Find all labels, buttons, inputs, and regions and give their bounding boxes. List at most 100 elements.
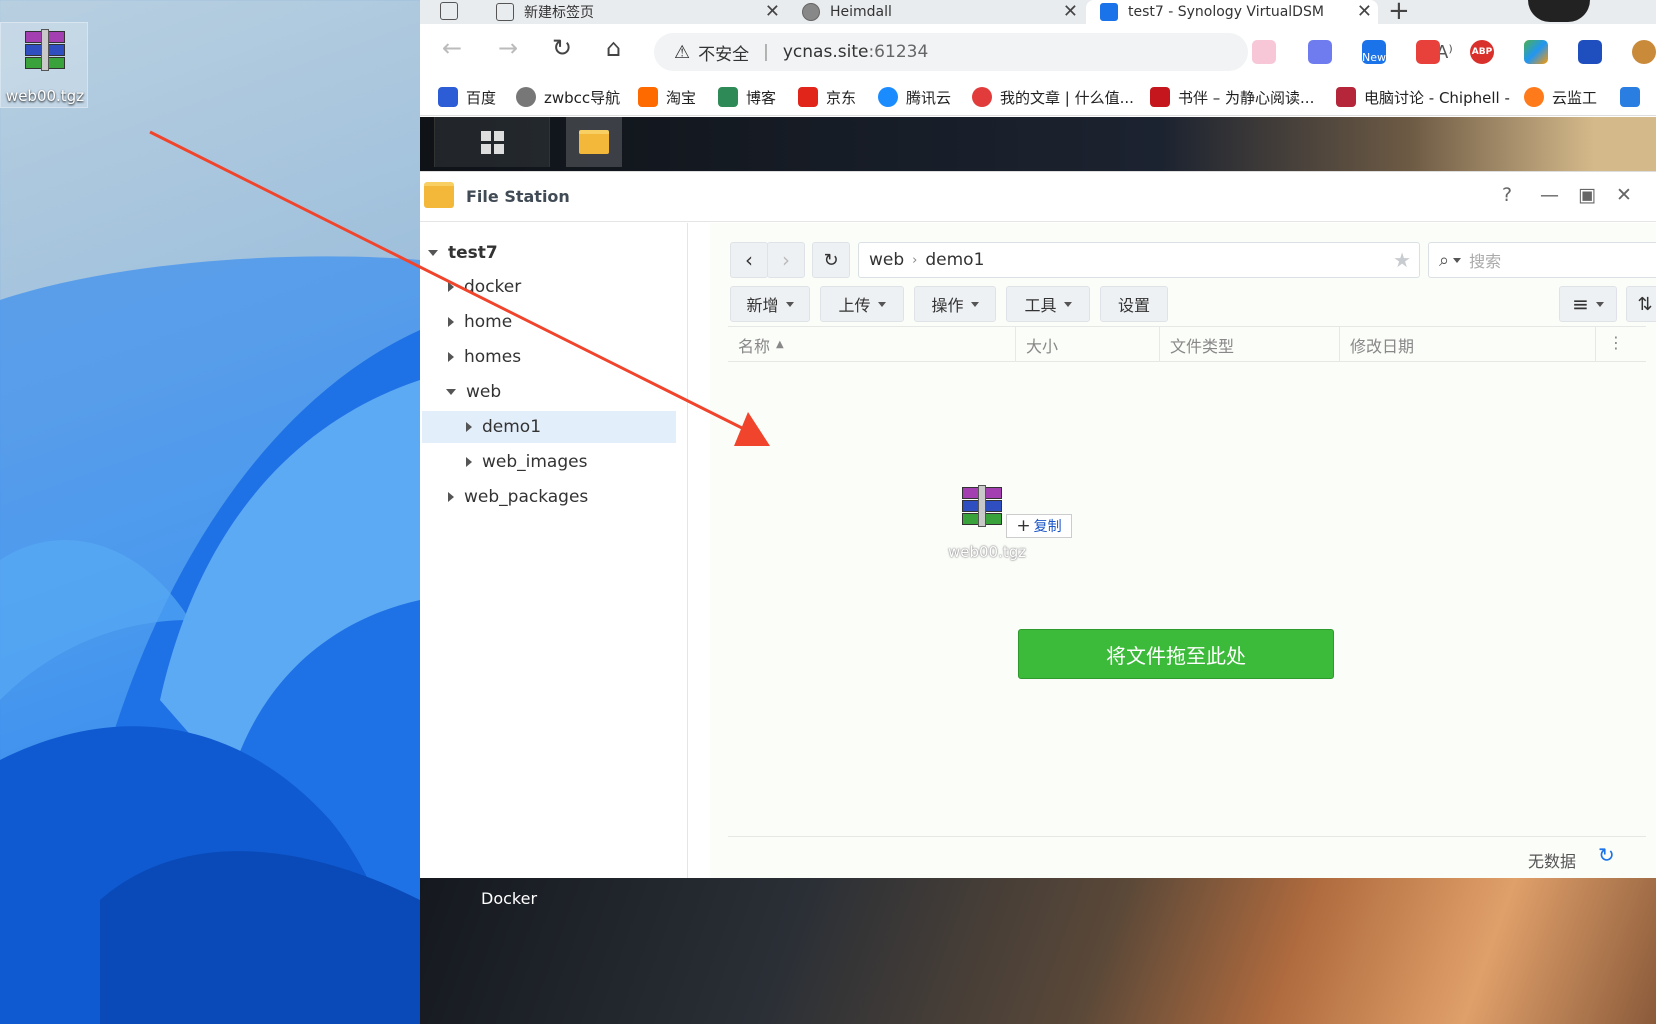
collapse-icon	[448, 317, 454, 327]
refresh-icon[interactable]: ↻	[1598, 843, 1615, 867]
minimize-icon[interactable]: —	[1540, 184, 1559, 206]
tree-item-demo1[interactable]: demo1	[422, 411, 676, 443]
column-name[interactable]: 名称 ▲	[728, 327, 1016, 362]
heimdall-icon	[802, 3, 820, 21]
button-label: 工具	[1024, 296, 1057, 315]
refresh-button[interactable]: ↻	[812, 242, 850, 278]
close-icon[interactable]: ✕	[765, 1, 780, 22]
tree-item-homes[interactable]: homes	[448, 341, 521, 373]
bookmark-blog[interactable]: 博客	[718, 86, 776, 108]
bookmark-taobao[interactable]: 淘宝	[638, 86, 696, 108]
desktop-wallpaper	[0, 0, 420, 1024]
close-window-icon[interactable]: ✕	[1616, 184, 1632, 206]
search-placeholder: 搜索	[1469, 252, 1502, 271]
folder-icon	[579, 130, 609, 154]
tree-root[interactable]: test7	[428, 237, 498, 269]
help-icon[interactable]: ?	[1502, 184, 1512, 206]
forward-button[interactable]: ›	[767, 242, 805, 278]
tree-item-docker[interactable]: docker	[448, 271, 521, 303]
bookmark-star-icon[interactable]: ★	[1393, 248, 1411, 272]
collapse-icon	[466, 457, 472, 467]
extension-new-icon[interactable]: New	[1362, 40, 1386, 64]
file-table-header: 名称 ▲ 大小 文件类型 修改日期 ⋮	[728, 326, 1646, 362]
tree-item-web[interactable]: web	[446, 376, 501, 408]
bookmark-yunjiangong[interactable]: 云监工	[1524, 86, 1597, 108]
upload-button[interactable]: 上传	[820, 286, 904, 322]
back-icon[interactable]: ←	[442, 34, 462, 62]
bookmark-smzdm[interactable]: 我的文章 | 什么值...	[972, 86, 1134, 108]
view-mode-button[interactable]: ≡	[1559, 286, 1617, 322]
tab-dsm[interactable]: test7 - Synology VirtualDSM ✕	[1086, 0, 1378, 24]
smzdm-icon	[972, 87, 992, 107]
column-type[interactable]: 文件类型	[1160, 327, 1340, 362]
file-station-folder-icon	[424, 182, 454, 208]
tab-bar: 新建标签页 ✕ Heimdall ✕ test7 - Synology Virt…	[420, 0, 1656, 26]
column-size[interactable]: 大小	[1016, 327, 1160, 362]
action-button[interactable]: 操作	[914, 286, 996, 322]
zwbcc-icon	[516, 87, 536, 107]
copy-label: 复制	[1033, 519, 1062, 535]
cookie-icon[interactable]	[1632, 40, 1656, 64]
bitwarden-icon[interactable]	[1578, 40, 1602, 64]
drop-zone[interactable]: 将文件拖至此处	[1018, 629, 1334, 679]
tab-label: test7 - Synology VirtualDSM	[1128, 4, 1324, 20]
sidebar-toggle-icon[interactable]	[440, 2, 458, 20]
taobao-icon	[638, 87, 658, 107]
bookmark-label: 腾讯云	[906, 88, 952, 107]
tree-item-web-packages[interactable]: web_packages	[448, 481, 588, 513]
close-icon[interactable]: ✕	[1063, 1, 1078, 22]
bookmark-jd[interactable]: 京东	[798, 86, 856, 108]
column-modified[interactable]: 修改日期	[1340, 327, 1596, 362]
path-bar[interactable]: web › demo1 ★	[858, 242, 1420, 278]
main-menu-button[interactable]	[434, 117, 550, 167]
path-segment[interactable]: demo1	[925, 250, 984, 270]
extension-pink-icon[interactable]	[1252, 40, 1276, 64]
bookmark-label: 电脑讨论 - Chiphell -	[1364, 88, 1510, 107]
address-host: ycnas.site	[782, 42, 869, 62]
copy-tooltip: + 复制	[1006, 514, 1072, 538]
dsm-icon	[1100, 3, 1118, 21]
address-separator: |	[763, 42, 769, 62]
jd-icon	[798, 87, 818, 107]
tab-new-tab[interactable]: 新建标签页 ✕	[480, 0, 786, 24]
tools-button[interactable]: 工具	[1006, 286, 1090, 322]
tab-heimdall[interactable]: Heimdall ✕	[788, 0, 1084, 24]
column-menu-icon[interactable]: ⋮	[1608, 333, 1624, 352]
adblock-icon[interactable]: ABP	[1470, 40, 1494, 64]
tree-item-home[interactable]: home	[448, 306, 512, 338]
search-input[interactable]: ⌕ 搜索	[1428, 242, 1656, 278]
file-station-taskbar-button[interactable]	[566, 117, 622, 167]
path-segment[interactable]: web	[869, 250, 904, 270]
settings-button[interactable]: 设置	[1100, 286, 1168, 322]
extension-camera-icon[interactable]	[1416, 40, 1440, 64]
extension-bird-icon[interactable]	[1308, 40, 1332, 64]
new-tab-icon	[496, 3, 514, 21]
tree-item-web-images[interactable]: web_images	[466, 446, 587, 478]
forward-icon[interactable]: →	[498, 34, 518, 62]
desktop-file-icon[interactable]: web00.tgz	[0, 22, 88, 108]
new-button[interactable]: 新增	[730, 286, 810, 322]
drop-label: 将文件拖至此处	[1106, 643, 1246, 668]
bookmark-baidu[interactable]: 百度	[438, 86, 496, 108]
close-icon[interactable]: ✕	[1357, 1, 1372, 22]
plus-icon: +	[1016, 516, 1031, 536]
bookmark-tencent-cloud[interactable]: 腾讯云	[878, 86, 951, 108]
profile-avatar[interactable]	[1528, 0, 1590, 22]
bookmark-zwbcc[interactable]: zwbcc导航	[516, 86, 620, 108]
bookmark-shuban[interactable]: 书伴 – 为静心阅读...	[1150, 86, 1314, 108]
bookmark-more[interactable]	[1620, 86, 1648, 108]
new-tab-plus-icon[interactable]: +	[1388, 0, 1410, 26]
home-icon[interactable]: ⌂	[606, 34, 621, 62]
back-button[interactable]: ‹	[730, 242, 768, 278]
sort-asc-icon: ▲	[776, 339, 784, 350]
dsm-desktop-background	[420, 878, 1656, 1024]
reload-icon[interactable]: ↻	[552, 34, 572, 62]
maximize-icon[interactable]: ▣	[1578, 184, 1596, 206]
address-field[interactable]: ⚠ 不安全 | ycnas.site :61234 A⁾ ☆	[654, 33, 1494, 71]
docker-desktop-label[interactable]: Docker	[481, 889, 537, 908]
dragged-archive-icon	[958, 485, 1004, 529]
extension-multi-icon[interactable]	[1524, 40, 1548, 64]
bookmark-chiphell[interactable]: 电脑讨论 - Chiphell -	[1336, 86, 1510, 108]
caret-down-icon	[1063, 301, 1072, 307]
sort-button[interactable]: ⇅	[1626, 286, 1656, 322]
